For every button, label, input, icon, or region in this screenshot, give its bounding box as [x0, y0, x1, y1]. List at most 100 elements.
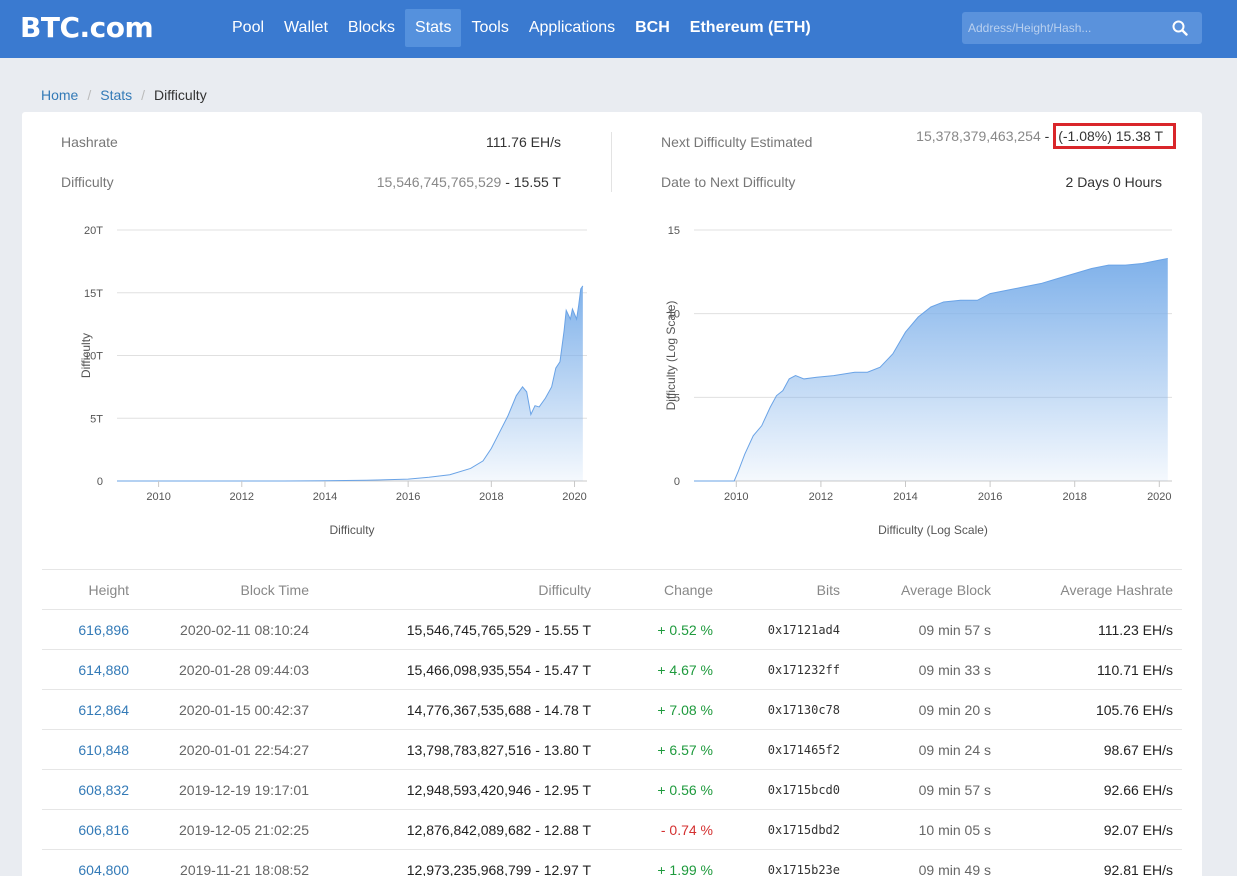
nav-item-tools[interactable]: Tools — [461, 9, 518, 47]
table-row: 606,816 2019-12-05 21:02:25 12,876,842,089… — [42, 809, 1182, 849]
main-menu: Pool Wallet Blocks Stats Tools Applicati… — [222, 9, 821, 47]
average-hashrate-cell: 105.76 EH/s — [1095, 701, 1173, 718]
difficulty-value: 15,546,745,765,529 - 15.55 T — [376, 174, 561, 190]
btc-logo[interactable]: BTC.com — [20, 11, 154, 44]
bits-cell: 0x1715dbd2 — [767, 822, 840, 837]
table-row: 604,800 2019-11-21 18:08:52 12,973,235,968… — [42, 849, 1182, 876]
breadcrumb: Home / Stats / Difficulty — [41, 87, 207, 103]
height-link[interactable]: 604,800 — [42, 862, 129, 876]
change-cell: - 0.74 % — [660, 821, 713, 838]
bits-cell: 0x171232ff — [767, 662, 840, 677]
next-difficulty-change: (-1.08%) 15.38 T — [1053, 123, 1176, 149]
difficulty-short: 15.55 T — [513, 174, 561, 190]
block-time-cell: 2019-12-19 19:17:01 — [179, 781, 309, 798]
nav-item-wallet[interactable]: Wallet — [274, 9, 338, 47]
table-row: 616,896 2020-02-11 08:10:24 15,546,745,765… — [42, 609, 1182, 649]
stats-divider — [611, 132, 612, 192]
y-axis-title: Difficulty — [79, 333, 93, 378]
breadcrumb-stats[interactable]: Stats — [100, 87, 132, 103]
difficulty-label: Difficulty — [61, 174, 114, 190]
average-block-cell: 09 min 57 s — [918, 621, 991, 638]
table-row: 612,864 2020-01-15 00:42:37 14,776,367,535… — [42, 689, 1182, 729]
y-tick-label: 0 — [97, 476, 103, 488]
height-link[interactable]: 608,832 — [42, 782, 129, 798]
difficulty-card: Hashrate 111.76 EH/s Difficulty 15,546,7… — [22, 112, 1202, 876]
next-difficulty-label: Next Difficulty Estimated — [661, 134, 813, 150]
average-hashrate-cell: 110.71 EH/s — [1096, 661, 1173, 678]
difficulty-cell: 13,798,783,827,516 - 13.80 T — [406, 741, 591, 758]
change-cell: + 1.99 % — [657, 861, 713, 876]
x-tick-label: 2010 — [146, 491, 170, 503]
date-to-next-value: 2 Days 0 Hours — [1065, 174, 1162, 190]
difficulty-log-chart: 0 5 10 15 2010 2012 2014 2016 2018 2020 Difficulty… — [622, 214, 1182, 554]
nav-item-stats[interactable]: Stats — [405, 9, 462, 47]
nav-item-applications[interactable]: Applications — [519, 9, 625, 47]
nav-item-pool[interactable]: Pool — [222, 9, 274, 47]
bits-cell: 0x1715bcd0 — [767, 782, 840, 797]
difficulty-chart-svg: 05T10T15T20T2010 2012 2014 2016 2018 2020Diff… — [79, 225, 587, 537]
breadcrumb-home[interactable]: Home — [41, 87, 78, 103]
breadcrumb-current: Difficulty — [154, 87, 207, 103]
table-body: 616,896 2020-02-11 08:10:24 15,546,745,765… — [42, 609, 1182, 876]
height-link[interactable]: 616,896 — [42, 622, 129, 638]
table-row: 610,848 2020-01-01 22:54:27 13,798,783,827… — [42, 729, 1182, 769]
x-tick-label: 2014 — [893, 491, 917, 503]
x-tick-label: 2018 — [1062, 491, 1086, 503]
bits-cell: 0x17121ad4 — [767, 622, 840, 637]
block-time-cell: 2019-11-21 18:08:52 — [180, 861, 309, 876]
header-height: Height — [88, 581, 129, 598]
height-link[interactable]: 612,864 — [42, 702, 129, 718]
difficulty-cell: 14,776,367,535,688 - 14.78 T — [406, 701, 591, 718]
change-cell: + 6.57 % — [657, 741, 713, 758]
nav-item-ethereum[interactable]: Ethereum (ETH) — [680, 9, 821, 47]
height-link[interactable]: 606,816 — [42, 822, 129, 838]
difficulty-cell: 15,546,745,765,529 - 15.55 T — [406, 621, 591, 638]
average-hashrate-cell: 98.67 EH/s — [1103, 741, 1173, 758]
search-input[interactable] — [962, 12, 1162, 44]
nav-item-bch[interactable]: BCH — [625, 9, 680, 47]
block-time-cell: 2020-01-28 09:44:03 — [179, 661, 309, 678]
bits-cell: 0x17130c78 — [767, 702, 840, 717]
change-cell: + 0.56 % — [657, 781, 713, 798]
difficulty-cell: 12,948,593,420,946 - 12.95 T — [406, 781, 591, 798]
table-header: Height Block Time Difficulty Change Bits… — [42, 569, 1182, 609]
difficulty-cell: 15,466,098,935,554 - 15.47 T — [406, 661, 591, 678]
x-tick-label: 2014 — [313, 491, 337, 503]
hashrate-value: 111.76 EH/s — [486, 134, 561, 150]
nav-item-blocks[interactable]: Blocks — [338, 9, 405, 47]
header-difficulty: Difficulty — [538, 581, 591, 598]
average-hashrate-cell: 92.81 EH/s — [1103, 861, 1173, 876]
height-link[interactable]: 614,880 — [42, 662, 129, 678]
header-bits: Bits — [816, 581, 840, 598]
block-time-cell: 2019-12-05 21:02:25 — [179, 821, 309, 838]
average-hashrate-cell: 111.23 EH/s — [1098, 621, 1173, 638]
y-axis-title: Difficulty (Log Scale) — [664, 301, 678, 411]
next-difficulty-value: 15,378,379,463,254 - (-1.08%) 15.38 T — [916, 123, 1176, 149]
block-time-cell: 2020-02-11 08:10:24 — [180, 621, 309, 638]
difficulty-area — [694, 258, 1168, 481]
table-row: 608,832 2019-12-19 19:17:01 12,948,593,420… — [42, 769, 1182, 809]
bits-cell: 0x1715b23e — [767, 862, 840, 876]
hashrate-label: Hashrate — [61, 134, 118, 150]
search-icon[interactable] — [1172, 20, 1188, 36]
y-tick-label: 0 — [674, 476, 680, 488]
bits-cell: 0x171465f2 — [767, 742, 840, 757]
difficulty-table: Height Block Time Difficulty Change Bits… — [42, 569, 1182, 876]
date-to-next-label: Date to Next Difficulty — [661, 174, 796, 190]
difficulty-raw: 15,546,745,765,529 — [376, 174, 502, 190]
x-axis-title: Difficulty (Log Scale) — [878, 523, 988, 537]
average-block-cell: 09 min 33 s — [918, 661, 991, 678]
height-link[interactable]: 610,848 — [42, 742, 129, 758]
table-row: 614,880 2020-01-28 09:44:03 15,466,098,935… — [42, 649, 1182, 689]
x-tick-label: 2016 — [396, 491, 420, 503]
y-tick-label: 15 — [668, 225, 680, 237]
x-tick-label: 2012 — [230, 491, 254, 503]
y-tick-label: 15T — [84, 288, 103, 300]
y-tick-label: 20T — [84, 225, 103, 237]
header-change: Change — [663, 581, 713, 598]
header-average-block: Average Block — [900, 581, 991, 598]
search-box — [962, 12, 1202, 44]
difficulty-cell: 12,876,842,089,682 - 12.88 T — [406, 821, 591, 838]
average-block-cell: 10 min 05 s — [918, 821, 991, 838]
x-tick-label: 2020 — [562, 491, 586, 503]
